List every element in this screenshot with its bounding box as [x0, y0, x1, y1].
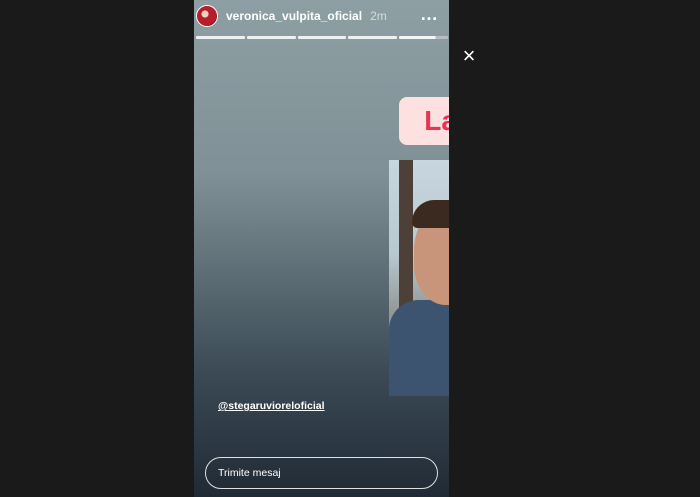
caption-text: La mulți ani!!!: [424, 105, 449, 136]
reply-input[interactable]: Trimite mesaj: [205, 457, 438, 489]
story-viewer[interactable]: La mulți ani!!! ✦ ✦ ✦: [194, 0, 449, 497]
caption-sticker: La mulți ani!!!: [399, 97, 449, 145]
man-body: [389, 300, 449, 396]
progress-segment-active: [399, 36, 448, 39]
progress-segment: [297, 36, 347, 39]
timestamp: 2m: [370, 9, 387, 23]
username[interactable]: veronica_vulpita_oficial: [226, 9, 362, 23]
avatar[interactable]: [196, 5, 218, 27]
story-header: veronica_vulpita_oficial 2m …: [194, 4, 449, 28]
close-icon[interactable]: ×: [461, 45, 477, 67]
story-photo: ✦ ✦ ✦: [389, 160, 449, 396]
more-options-icon[interactable]: …: [420, 5, 439, 23]
progress-segment: [348, 36, 398, 39]
reply-placeholder: Trimite mesaj: [218, 467, 281, 479]
man-hair: [412, 200, 449, 228]
mention-link[interactable]: @stegaruvioreloficial: [218, 400, 325, 412]
progress-segment: [196, 36, 245, 39]
story-progress-bar: [196, 36, 448, 39]
progress-segment: [246, 36, 296, 39]
